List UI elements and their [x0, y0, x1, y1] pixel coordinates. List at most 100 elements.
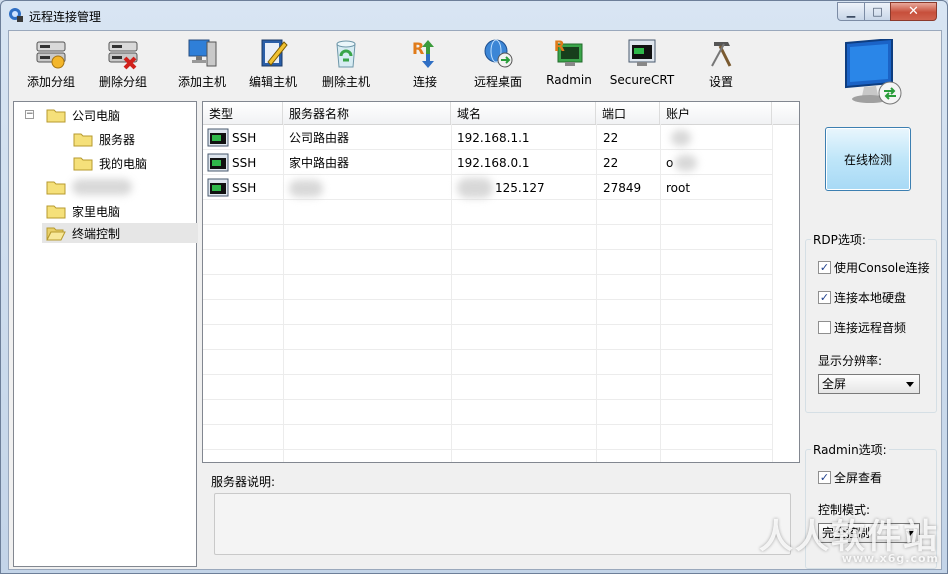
delete-host-button[interactable]: 删除主机: [316, 36, 376, 94]
folder-icon: [46, 205, 66, 218]
table-row-3-type[interactable]: SSH: [207, 176, 256, 200]
tree-collapse-toggle[interactable]: −: [25, 110, 34, 119]
remote-desktop-label: 远程桌面: [473, 75, 522, 89]
cell-port[interactable]: 22: [603, 126, 618, 150]
chevron-down-icon: [906, 382, 914, 387]
tree-item-company[interactable]: 公司电脑: [46, 105, 120, 125]
cell-port[interactable]: 22: [603, 151, 618, 175]
grid-line: [203, 449, 772, 450]
checkbox-box[interactable]: ✓: [818, 471, 831, 484]
cell-name[interactable]: 公司路由器: [289, 126, 349, 150]
column-account[interactable]: 账户: [660, 102, 772, 124]
redacted-text: [72, 179, 132, 195]
cell-domain[interactable]: 192.168.0.1: [457, 151, 530, 175]
rdp-console-checkbox[interactable]: ✓ 使用Console连接: [818, 259, 930, 276]
add-host-label: 添加主机: [177, 75, 226, 89]
add-host-button[interactable]: 添加主机: [172, 36, 232, 94]
tree-item-redacted[interactable]: [46, 177, 132, 197]
radmin-fullscreen-label: 全屏查看: [834, 471, 883, 485]
add-group-button[interactable]: 添加分组: [21, 36, 81, 94]
grid-line: [203, 299, 772, 300]
column-domain[interactable]: 域名: [451, 102, 596, 124]
open-folder-icon: [46, 227, 66, 240]
table-row-1-type[interactable]: SSH: [207, 126, 256, 150]
folder-icon: [46, 109, 66, 122]
host-list[interactable]: 类型 服务器名称 域名 端口 账户 SSH 公司路由器 192.168.1.1 …: [202, 101, 800, 463]
table-row-2-type[interactable]: SSH: [207, 151, 256, 175]
watermark-text: 人人软件站: [759, 517, 939, 557]
cell-domain[interactable]: 192.168.1.1: [457, 126, 530, 150]
description-label: 服务器说明:: [211, 475, 276, 489]
resolution-value: 全屏: [822, 377, 847, 391]
tree-label-servers: 服务器: [99, 132, 136, 147]
ssh-terminal-icon: [207, 153, 229, 172]
add-group-label: 添加分组: [26, 75, 75, 89]
tree-item-my-computer[interactable]: 我的电脑: [73, 153, 147, 173]
tree-item-home[interactable]: 家里电脑: [46, 201, 120, 221]
column-type[interactable]: 类型: [203, 102, 283, 124]
resolution-label: 显示分辨率:: [818, 354, 883, 368]
settings-button[interactable]: 设置: [699, 36, 743, 94]
hammer-icon: [711, 42, 732, 67]
tree-label-my-computer: 我的电脑: [99, 156, 148, 171]
remote-desktop-button[interactable]: 远程桌面: [469, 36, 527, 94]
maximize-button[interactable]: □: [864, 2, 891, 21]
folder-icon: [73, 133, 93, 146]
checkbox-box[interactable]: [818, 321, 831, 334]
grid-line: [772, 124, 773, 462]
edit-host-button[interactable]: 编辑主机: [243, 36, 303, 94]
securecrt-icon: [628, 39, 656, 66]
online-check-button[interactable]: 在线检测: [825, 127, 911, 191]
group-tree[interactable]: − 公司电脑 服务器 我的电脑 家里电脑 终端控制: [13, 101, 198, 567]
cell-account[interactable]: o: [666, 151, 673, 175]
grid-line: [203, 224, 772, 225]
tree-label-home: 家里电脑: [72, 204, 121, 219]
redacted-text: [457, 178, 493, 198]
svg-text:R: R: [554, 39, 565, 55]
app-icon: [9, 8, 23, 22]
rdp-disk-checkbox[interactable]: ✓ 连接本地硬盘: [818, 289, 906, 306]
checkbox-box[interactable]: ✓: [818, 291, 831, 304]
monitor-icon: [845, 39, 902, 105]
cell-account[interactable]: root: [666, 176, 690, 200]
delete-host-label: 删除主机: [321, 75, 370, 89]
grid-line: [203, 274, 772, 275]
tree-item-terminal[interactable]: 终端控制: [42, 223, 198, 243]
radmin-button[interactable]: R Radmin: [545, 36, 593, 94]
main-window: 远程连接管理 ▁ □ ✕ 添加分组 删除分组 添加主机 编辑主机 删除主机 R …: [0, 0, 948, 574]
radmin-fullscreen-checkbox[interactable]: ✓ 全屏查看: [818, 469, 882, 486]
column-port[interactable]: 端口: [596, 102, 660, 124]
radmin-icon: R: [554, 39, 583, 66]
grid-line: [203, 249, 772, 250]
folder-icon: [46, 181, 66, 194]
securecrt-button[interactable]: SecureCRT: [609, 36, 675, 94]
window-title: 远程连接管理: [29, 10, 102, 24]
cell-domain[interactable]: 125.127: [495, 176, 545, 200]
checkbox-box[interactable]: ✓: [818, 261, 831, 274]
resolution-select[interactable]: 全屏: [818, 374, 920, 394]
cell-type: SSH: [232, 131, 257, 145]
delete-group-label: 删除分组: [98, 75, 147, 89]
cell-port[interactable]: 27849: [603, 176, 641, 200]
redacted-text: [675, 155, 697, 171]
rdp-audio-checkbox[interactable]: 连接远程音频: [818, 319, 906, 336]
delete-group-button[interactable]: 删除分组: [93, 36, 153, 94]
edit-host-icon: [261, 39, 288, 67]
description-box[interactable]: [214, 493, 791, 555]
rdp-disk-label: 连接本地硬盘: [834, 291, 907, 305]
delete-group-icon: [108, 41, 138, 70]
cell-name[interactable]: 家中路由器: [289, 151, 349, 175]
rdp-console-label: 使用Console连接: [834, 261, 930, 275]
rdp-options-title: RDP选项:: [811, 231, 868, 248]
grid-line: [203, 324, 772, 325]
tree-label-company: 公司电脑: [72, 108, 121, 123]
title-bar: 远程连接管理 ▁ □ ✕: [1, 1, 947, 29]
tree-item-servers[interactable]: 服务器: [73, 129, 135, 149]
cell-type: SSH: [232, 156, 257, 170]
connect-button[interactable]: R 连接: [403, 36, 447, 94]
column-name[interactable]: 服务器名称: [283, 102, 451, 124]
grid-line: [203, 399, 772, 400]
grid-line: [203, 349, 772, 350]
minimize-button[interactable]: ▁: [837, 2, 865, 21]
close-button[interactable]: ✕: [890, 2, 937, 21]
